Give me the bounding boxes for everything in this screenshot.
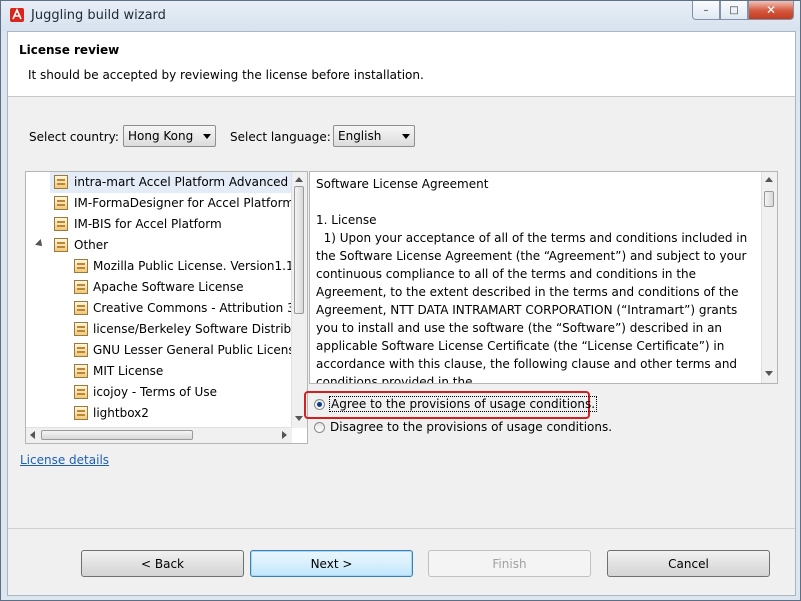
- license-icon: [54, 196, 68, 210]
- tree-item[interactable]: license/Berkeley Software Distribu: [70, 319, 299, 340]
- page-title: License review: [19, 43, 120, 57]
- scroll-left-icon[interactable]: [30, 431, 35, 439]
- tree-vscroll-thumb[interactable]: [294, 186, 304, 314]
- disagree-radio[interactable]: [314, 421, 325, 433]
- chevron-down-icon: [402, 134, 410, 139]
- tree-hscroll-thumb[interactable]: [41, 430, 193, 440]
- license-vscroll-thumb[interactable]: [764, 191, 774, 207]
- tree-item[interactable]: IM-BIS for Accel Platform: [50, 214, 291, 235]
- close-button[interactable]: ✕: [748, 1, 794, 20]
- minimize-button[interactable]: –: [692, 1, 720, 20]
- tree-item[interactable]: Mozilla Public License. Version1.1: [70, 256, 294, 277]
- maximize-button[interactable]: □: [720, 1, 748, 20]
- finish-button[interactable]: Finish: [428, 550, 591, 577]
- footer-divider: [8, 528, 795, 529]
- agree-radio-label: Agree to the provisions of usage conditi…: [328, 396, 598, 412]
- tree-item-label: Creative Commons - Attribution 3.: [93, 301, 299, 315]
- tree-item-label: Apache Software License: [93, 280, 244, 294]
- language-label: Select language:: [230, 130, 331, 144]
- tree-item[interactable]: Creative Commons - Attribution 3.: [70, 298, 299, 319]
- license-icon: [54, 175, 68, 189]
- license-icon: [74, 280, 88, 294]
- tree-item[interactable]: icojoy - Terms of Use: [70, 382, 291, 403]
- disagree-radio-option[interactable]: Disagree to the provisions of usage cond…: [314, 418, 612, 436]
- agree-radio-option[interactable]: Agree to the provisions of usage conditi…: [314, 395, 598, 413]
- app-icon: [10, 8, 24, 22]
- license-icon: [74, 259, 88, 273]
- license-text-area[interactable]: Software License Agreement 1. License 1)…: [309, 171, 778, 384]
- tree-vertical-scrollbar[interactable]: [291, 172, 307, 428]
- tree-item-label: MIT License: [93, 364, 164, 378]
- tree-item-label: IM-BIS for Accel Platform: [74, 217, 222, 231]
- tree-item-label: lightbox2: [93, 406, 149, 420]
- license-details-link[interactable]: License details: [20, 453, 109, 467]
- scroll-down-icon[interactable]: [765, 371, 773, 376]
- language-select[interactable]: English: [333, 125, 415, 147]
- scroll-up-icon[interactable]: [765, 177, 773, 182]
- tree-item[interactable]: lightbox2: [70, 403, 291, 424]
- wizard-window: Juggling build wizard – □ ✕ License revi…: [0, 0, 801, 601]
- window-title: Juggling build wizard: [31, 8, 166, 23]
- license-icon: [74, 322, 88, 336]
- tree-item-label: IM-FormaDesigner for Accel Platform: [74, 196, 295, 210]
- license-text: Software License Agreement 1. License 1)…: [316, 177, 748, 384]
- country-select-value: Hong Kong: [128, 129, 194, 143]
- country-label: Select country:: [29, 130, 119, 144]
- tree-item-label: GNU Lesser General Public License: [93, 343, 303, 357]
- tree-item-label: icojoy - Terms of Use: [93, 385, 217, 399]
- scroll-down-icon[interactable]: [295, 416, 303, 421]
- language-select-value: English: [338, 129, 382, 143]
- tree-item-label: intra-mart Accel Platform Advanced E: [74, 175, 300, 189]
- wizard-client-area: License review It should be accepted by …: [7, 31, 796, 596]
- collapse-icon[interactable]: [35, 239, 45, 249]
- tree-item-label: Mozilla Public License. Version1.1: [93, 259, 294, 273]
- scroll-up-icon[interactable]: [295, 177, 303, 182]
- tree-item-label: Other: [74, 238, 109, 252]
- license-icon: [74, 301, 88, 315]
- scroll-right-icon[interactable]: [282, 431, 287, 439]
- cancel-button[interactable]: Cancel: [607, 550, 770, 577]
- wizard-header: License review It should be accepted by …: [8, 32, 795, 97]
- tree-item[interactable]: GNU Lesser General Public License: [70, 340, 302, 361]
- page-description: It should be accepted by reviewing the l…: [28, 68, 424, 82]
- back-button[interactable]: < Back: [81, 550, 244, 577]
- license-vertical-scrollbar[interactable]: [761, 172, 777, 383]
- window-controls: – □ ✕: [692, 1, 794, 20]
- country-select[interactable]: Hong Kong: [123, 125, 216, 147]
- license-icon: [74, 385, 88, 399]
- minimize-icon: –: [703, 4, 709, 16]
- license-icon: [74, 406, 88, 420]
- tree-item-other[interactable]: Other: [34, 235, 291, 256]
- tree-horizontal-scrollbar[interactable]: [26, 427, 292, 443]
- tree-item[interactable]: intra-mart Accel Platform Advanced E: [50, 172, 300, 193]
- chevron-down-icon: [203, 134, 211, 139]
- maximize-icon: □: [729, 4, 739, 16]
- license-icon: [74, 343, 88, 357]
- title-bar[interactable]: Juggling build wizard – □ ✕: [1, 1, 800, 31]
- tree-item[interactable]: Apache Software License: [70, 277, 291, 298]
- agree-radio[interactable]: [314, 398, 325, 410]
- disagree-radio-label: Disagree to the provisions of usage cond…: [330, 420, 613, 434]
- license-icon: [54, 217, 68, 231]
- tree-item-label: license/Berkeley Software Distribu: [93, 322, 299, 336]
- next-button[interactable]: Next >: [250, 550, 413, 577]
- license-icon: [74, 364, 88, 378]
- tree-item[interactable]: MIT License: [70, 361, 291, 382]
- close-icon: ✕: [765, 3, 777, 17]
- license-icon: [54, 238, 68, 252]
- tree-item[interactable]: IM-FormaDesigner for Accel Platform: [50, 193, 295, 214]
- license-tree[interactable]: intra-mart Accel Platform Advanced E IM-…: [25, 171, 308, 444]
